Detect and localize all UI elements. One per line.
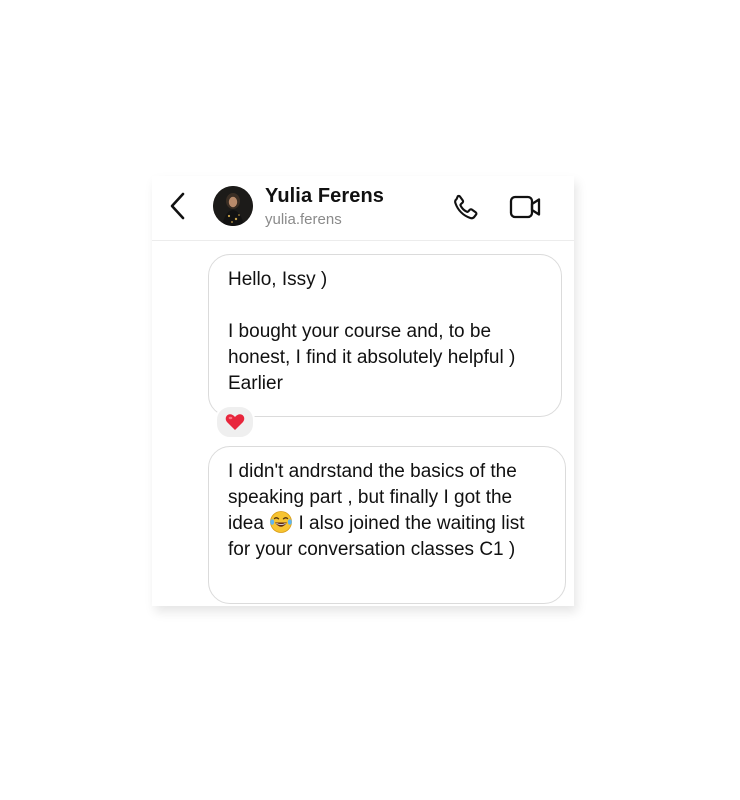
heart-icon [225,414,245,430]
avatar[interactable] [213,186,253,226]
contact-username: yulia.ferens [265,211,342,228]
voice-call-button[interactable] [449,192,481,224]
chevron-left-icon [170,192,185,220]
laughing-emoji-icon [269,511,293,533]
message-bubble[interactable]: Hello, Issy ) I bought your course and, … [208,254,562,417]
back-button[interactable] [166,190,190,222]
contact-name[interactable]: Yulia Ferens [265,185,384,208]
video-camera-icon [509,195,541,219]
message-bubble[interactable]: I didn't andrstand the basics of the spe… [208,446,566,604]
phone-icon [454,194,478,220]
chat-header: Yulia Ferens yulia.ferens [152,176,574,241]
chat-window: Yulia Ferens yulia.ferens Hello, Issy ) … [152,176,574,606]
reaction-badge[interactable] [215,405,255,439]
video-call-button[interactable] [509,192,543,222]
